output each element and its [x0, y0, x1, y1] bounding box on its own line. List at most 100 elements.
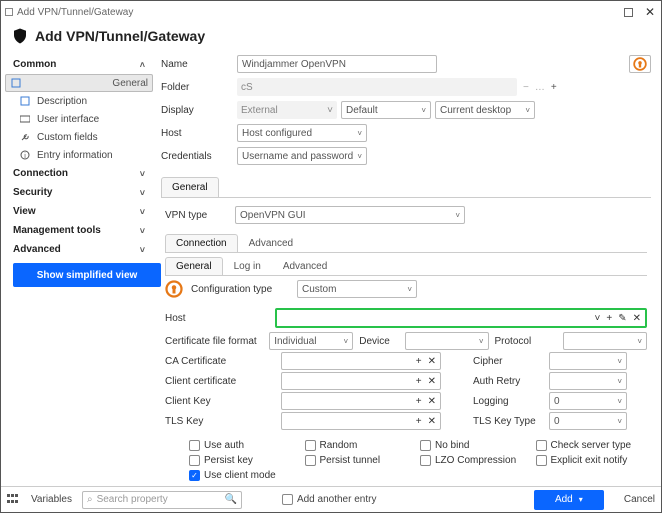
display-mode-select[interactable]: Default˅	[341, 101, 431, 119]
host-input[interactable]: ˅ + ✎ ✕	[275, 308, 647, 328]
section-advanced[interactable]: Advanced˅	[5, 240, 153, 259]
plus-icon[interactable]: +	[606, 313, 612, 324]
info-icon: i	[19, 149, 31, 161]
search-go-icon[interactable]: 🔍	[225, 494, 237, 505]
sidebar: Common˄ General Description User interfa…	[1, 53, 157, 486]
check-no-bind[interactable]: No bind	[420, 440, 532, 451]
close-icon[interactable]: ✕	[428, 356, 436, 367]
client-cert-input[interactable]: +✕	[281, 372, 441, 390]
plus-icon[interactable]: +	[416, 356, 422, 367]
chevron-down-icon: ˅	[140, 188, 145, 198]
plus-icon[interactable]: +	[416, 416, 422, 427]
tls-type-label: TLS Key Type	[473, 416, 543, 427]
check-explicit-exit[interactable]: Explicit exit notify	[536, 455, 648, 466]
doc-icon	[10, 77, 22, 89]
logging-select[interactable]: 0˅	[549, 392, 627, 410]
config-type-select[interactable]: Custom˅	[297, 280, 417, 298]
sidebar-item-custom[interactable]: Custom fields	[5, 128, 153, 146]
variables-label[interactable]: Variables	[31, 494, 72, 505]
tls-type-select[interactable]: 0˅	[549, 412, 627, 430]
section-common[interactable]: Common˄	[5, 55, 153, 74]
config-type-label: Configuration type	[191, 284, 289, 295]
app-icon	[5, 8, 13, 16]
window-title: Add VPN/Tunnel/Gateway	[17, 7, 133, 18]
shield-icon	[11, 27, 29, 45]
name-input[interactable]: Windjammer OpenVPN	[237, 55, 437, 73]
section-view[interactable]: View˅	[5, 202, 153, 221]
section-mgmt[interactable]: Management tools˅	[5, 221, 153, 240]
client-key-input[interactable]: +✕	[281, 392, 441, 410]
grid-icon[interactable]	[7, 494, 21, 506]
openvpn-icon	[165, 280, 183, 298]
plus-icon[interactable]: +	[416, 396, 422, 407]
credentials-select[interactable]: Username and password˅	[237, 147, 367, 165]
vpn-type-label: VPN type	[165, 210, 235, 221]
ca-cert-input[interactable]: +✕	[281, 352, 441, 370]
tab-general[interactable]: General	[161, 177, 219, 197]
ca-cert-label: CA Certificate	[165, 356, 275, 367]
cert-format-select[interactable]: Individual˅	[269, 332, 353, 350]
cipher-label: Cipher	[473, 356, 543, 367]
host-select[interactable]: Host configured˅	[237, 124, 367, 142]
sidebar-item-ui[interactable]: User interface	[5, 110, 153, 128]
display-target-select[interactable]: Current desktop˅	[435, 101, 535, 119]
tls-key-input[interactable]: +✕	[281, 412, 441, 430]
openvpn-icon	[633, 57, 647, 71]
cipher-select[interactable]: ˅	[549, 352, 627, 370]
main-content: Name Windjammer OpenVPN Folder cS − … + …	[157, 53, 661, 486]
folder-minus[interactable]: −	[523, 82, 529, 93]
add-another-check[interactable]: Add another entry	[282, 494, 377, 505]
chevron-up-icon: ˄	[140, 60, 145, 70]
check-use-auth[interactable]: Use auth	[189, 440, 301, 451]
tab-advanced[interactable]: Advanced	[238, 234, 304, 252]
host-label: Host	[161, 128, 237, 139]
auth-retry-label: Auth Retry	[473, 376, 543, 387]
protocol-select[interactable]: ˅	[563, 332, 647, 350]
sidebar-item-info[interactable]: i Entry information	[5, 146, 153, 164]
section-connection[interactable]: Connection˅	[5, 164, 153, 183]
logging-label: Logging	[473, 396, 543, 407]
close-icon[interactable]: ✕	[428, 396, 436, 407]
section-security[interactable]: Security˅	[5, 183, 153, 202]
client-cert-label: Client certificate	[165, 376, 275, 387]
tab-general2[interactable]: General	[165, 257, 223, 275]
sub-sub-tabs: General Log in Advanced	[165, 257, 647, 276]
tab-connection[interactable]: Connection	[165, 234, 238, 252]
sidebar-item-general[interactable]: General	[5, 74, 153, 92]
titlebar: Add VPN/Tunnel/Gateway ✕	[1, 1, 661, 23]
tls-key-label: TLS Key	[165, 416, 275, 427]
vpn-type-select[interactable]: OpenVPN GUI˅	[235, 206, 465, 224]
check-persist-key[interactable]: Persist key	[189, 455, 301, 466]
cancel-button[interactable]: Cancel	[624, 494, 655, 505]
add-button[interactable]: Add▾	[534, 490, 604, 510]
check-random[interactable]: Random	[305, 440, 417, 451]
close-icon[interactable]: ✕	[428, 416, 436, 427]
display-select[interactable]: External˅	[237, 101, 337, 119]
window-close[interactable]: ✕	[643, 5, 657, 19]
folder-label: Folder	[161, 82, 237, 93]
plus-icon[interactable]: +	[416, 376, 422, 387]
desc-icon	[19, 95, 31, 107]
edit-icon[interactable]: ✎	[618, 313, 626, 324]
device-select[interactable]: ˅	[405, 332, 489, 350]
close-icon[interactable]: ✕	[633, 313, 641, 324]
check-persist-tunnel[interactable]: Persist tunnel	[305, 455, 417, 466]
check-lzo[interactable]: LZO Compression	[420, 455, 532, 466]
close-icon[interactable]: ✕	[428, 376, 436, 387]
sidebar-item-description[interactable]: Description	[5, 92, 153, 110]
folder-dots[interactable]: …	[535, 82, 545, 93]
ui-icon	[19, 113, 31, 125]
folder-plus[interactable]: +	[551, 82, 557, 93]
chevron-down-icon: ˅	[595, 313, 601, 324]
tab-advanced2[interactable]: Advanced	[272, 257, 338, 275]
show-simplified-button[interactable]: Show simplified view	[13, 263, 161, 287]
check-server-type[interactable]: Check server type	[536, 440, 648, 451]
display-label: Display	[161, 105, 237, 116]
search-input[interactable]: ⌕ Search property 🔍	[82, 491, 242, 509]
window-maximize[interactable]	[619, 5, 633, 19]
auth-retry-select[interactable]: ˅	[549, 372, 627, 390]
check-client-mode[interactable]: ✓Use client mode	[189, 470, 301, 481]
folder-input[interactable]: cS	[237, 78, 517, 96]
entry-icon-button[interactable]	[629, 55, 651, 73]
tab-login[interactable]: Log in	[223, 257, 272, 275]
